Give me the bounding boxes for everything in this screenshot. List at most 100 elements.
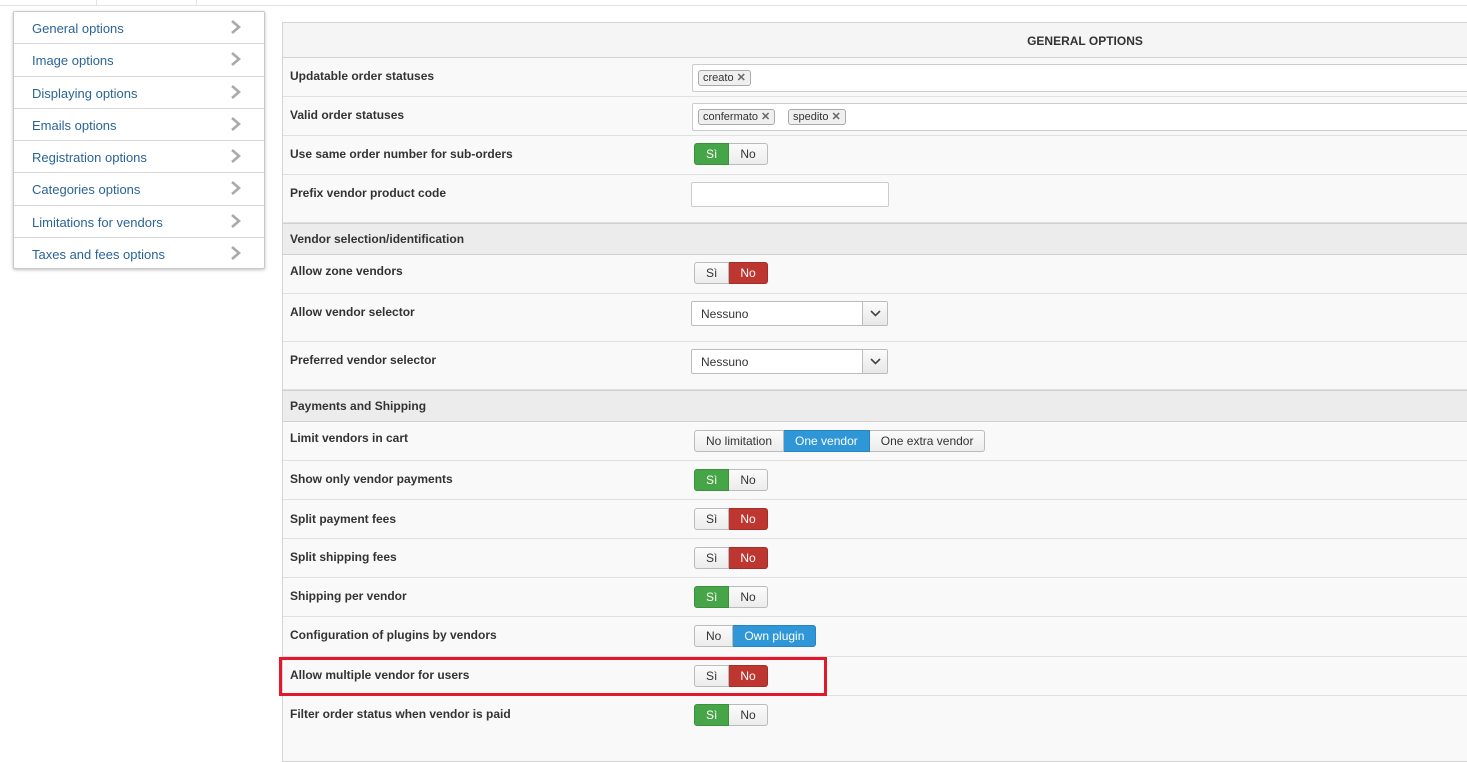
- chevron-right-icon: [231, 213, 241, 228]
- one-extra-vendor-button[interactable]: One extra vendor: [869, 430, 986, 452]
- general-options-panel: GENERAL OPTIONS Updatable order statuses…: [282, 22, 1467, 762]
- no-button[interactable]: No: [729, 262, 768, 284]
- select-value: Nessuno: [701, 307, 749, 321]
- option-label: Use same order number for sub-orders: [290, 147, 513, 161]
- option-row-prefix-code: Prefix vendor product code: [283, 175, 1467, 223]
- section-title: Vendor selection/identification: [290, 232, 465, 246]
- option-label: Configuration of plugins by vendors: [290, 628, 497, 642]
- option-row-allow-vendor-selector: Allow vendor selector Nessuno: [283, 294, 1467, 342]
- yes-button[interactable]: Sì: [694, 665, 730, 687]
- option-row-preferred-vendor-selector: Preferred vendor selector Nessuno: [283, 342, 1467, 390]
- section-payments-shipping: Payments and Shipping: [283, 390, 1467, 422]
- chevron-right-icon: [231, 20, 241, 34]
- option-row-multiple-vendor: Allow multiple vendor for users Sì No: [283, 657, 1467, 696]
- no-button[interactable]: No: [729, 143, 768, 165]
- option-row-split-payment-fees: Split payment fees Sì No: [283, 500, 1467, 539]
- sidebar-item-emails-options[interactable]: Emails options: [14, 109, 264, 141]
- sidebar-item-limitations-for-vendors[interactable]: Limitations for vendors: [14, 206, 264, 238]
- allow-vendor-selector-select[interactable]: Nessuno: [691, 301, 888, 326]
- option-label: Limit vendors in cart: [290, 431, 409, 445]
- option-label: Allow vendor selector: [290, 305, 415, 319]
- option-row-valid-statuses: Valid order statuses confermato ✕ spedito…: [283, 97, 1467, 136]
- split-payment-fees-toggle: Sì No: [694, 508, 768, 530]
- option-row-shipping-per-vendor: Shipping per vendor Sì No: [283, 578, 1467, 617]
- option-label: Filter order status when vendor is paid: [290, 707, 511, 721]
- one-vendor-button[interactable]: One vendor: [784, 430, 870, 452]
- option-row-plugins-config: Configuration of plugins by vendors No O…: [283, 617, 1467, 657]
- yes-button[interactable]: Sì: [694, 262, 730, 284]
- yes-button[interactable]: Sì: [694, 143, 730, 165]
- remove-chip-icon[interactable]: ✕: [737, 72, 746, 84]
- sidebar-item-registration-options[interactable]: Registration options: [14, 141, 264, 174]
- chevron-right-icon: [231, 149, 241, 163]
- no-button[interactable]: No: [729, 547, 768, 569]
- limit-vendors-toggle: No limitation One vendor One extra vendo…: [694, 430, 986, 452]
- option-label: Allow zone vendors: [290, 264, 403, 278]
- option-row-allow-zone-vendors: Allow zone vendors Sì No: [283, 255, 1467, 294]
- yes-button[interactable]: Sì: [694, 586, 730, 608]
- select-value: Nessuno: [701, 355, 749, 369]
- top-divider: [0, 5, 1467, 6]
- show-vendor-payments-toggle: Sì No: [694, 469, 768, 491]
- no-button[interactable]: No: [729, 469, 768, 491]
- valid-statuses-input[interactable]: confermato ✕ spedito ✕: [692, 103, 1467, 131]
- filter-order-status-toggle: Sì No: [694, 704, 768, 726]
- status-chip: creato ✕: [698, 70, 751, 86]
- status-chip-label: creato: [703, 72, 734, 84]
- top-tab-divider: [196, 0, 197, 5]
- option-row-split-shipping-fees: Split shipping fees Sì No: [283, 539, 1467, 578]
- status-chip: spedito ✕: [788, 109, 846, 125]
- options-sidebar-menu: General options Image options Displaying…: [13, 11, 265, 269]
- updatable-statuses-input[interactable]: creato ✕: [692, 64, 1467, 92]
- option-row-updatable-statuses: Updatable order statuses creato ✕: [283, 58, 1467, 97]
- no-button[interactable]: No: [729, 586, 768, 608]
- yes-button[interactable]: Sì: [694, 508, 730, 530]
- option-label: Split payment fees: [290, 512, 397, 526]
- no-limitation-button[interactable]: No limitation: [694, 430, 785, 452]
- sidebar-item-label: Image options: [32, 53, 114, 69]
- page-title: GENERAL OPTIONS: [1027, 34, 1143, 48]
- sidebar-item-categories-options[interactable]: Categories options: [14, 173, 264, 206]
- sidebar-item-general-options[interactable]: General options: [14, 12, 264, 45]
- preferred-vendor-selector-select[interactable]: Nessuno: [691, 349, 888, 374]
- sidebar-item-label: General options: [32, 21, 124, 36]
- option-label: Split shipping fees: [290, 550, 397, 564]
- option-row-filter-order-status: Filter order status when vendor is paid …: [283, 696, 1467, 756]
- no-button[interactable]: No: [729, 665, 768, 687]
- sidebar-item-image-options[interactable]: Image options: [14, 44, 264, 77]
- sidebar-item-taxes-and-fees-options[interactable]: Taxes and fees options: [14, 238, 264, 270]
- sidebar-item-label: Registration options: [32, 150, 147, 165]
- prefix-code-input[interactable]: [691, 182, 889, 207]
- no-button[interactable]: No: [729, 704, 768, 726]
- sidebar-item-label: Emails options: [32, 117, 117, 133]
- status-chip-label: spedito: [793, 111, 829, 123]
- option-label: Allow multiple vendor for users: [290, 668, 470, 682]
- no-button[interactable]: No: [694, 625, 734, 647]
- chevron-right-icon: [231, 84, 241, 99]
- option-label: Show only vendor payments: [290, 472, 453, 486]
- option-label: Preferred vendor selector: [290, 353, 437, 367]
- sidebar-item-displaying-options[interactable]: Displaying options: [14, 77, 264, 109]
- sidebar-item-label: Limitations for vendors: [32, 214, 163, 230]
- yes-button[interactable]: Sì: [694, 469, 730, 491]
- yes-button[interactable]: Sì: [694, 547, 730, 569]
- status-chip-label: confermato: [703, 111, 759, 123]
- split-shipping-fees-toggle: Sì No: [694, 547, 768, 569]
- sidebar-item-label: Categories options: [32, 182, 141, 198]
- status-chip: confermato ✕: [698, 109, 776, 125]
- dropdown-button[interactable]: [862, 350, 887, 373]
- shipping-per-vendor-toggle: Sì No: [694, 586, 768, 608]
- same-order-number-toggle: Sì No: [694, 143, 768, 165]
- yes-button[interactable]: Sì: [694, 704, 730, 726]
- sidebar-item-label: Taxes and fees options: [32, 246, 165, 262]
- dropdown-button[interactable]: [862, 302, 887, 325]
- chevron-down-icon: [870, 358, 881, 365]
- top-tab-divider: [96, 0, 97, 5]
- sidebar-item-label: Displaying options: [32, 85, 138, 101]
- own-plugin-button[interactable]: Own plugin: [733, 625, 817, 647]
- no-button[interactable]: No: [729, 508, 768, 530]
- option-label: Valid order statuses: [290, 108, 405, 122]
- option-row-show-vendor-payments: Show only vendor payments Sì No: [283, 461, 1467, 500]
- remove-chip-icon[interactable]: ✕: [831, 111, 840, 123]
- remove-chip-icon[interactable]: ✕: [761, 111, 770, 123]
